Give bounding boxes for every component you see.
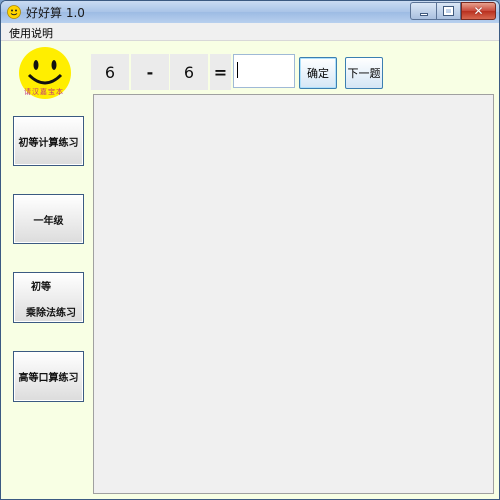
close-button[interactable]: ✕ — [461, 2, 496, 20]
advanced-mental-math-button[interactable]: 高等口算练习 — [13, 351, 84, 402]
grade-one-button[interactable]: 一年级 — [13, 194, 84, 244]
answer-input[interactable] — [233, 54, 295, 88]
elementary-practice-label: 初等计算练习 — [18, 137, 79, 149]
multiply-divide-label-line1: 初等 — [31, 282, 51, 293]
confirm-label: 确定 — [307, 67, 329, 80]
multiply-divide-label-line2: 乘除法练习 — [26, 308, 76, 319]
next-question-label: 下一题 — [347, 67, 381, 80]
smiley-app-icon — [7, 5, 21, 19]
title-bar[interactable]: 好好算 1.0 ✕ — [1, 1, 499, 23]
operand-1: 6 — [91, 54, 129, 90]
grade-one-label: 一年级 — [33, 215, 64, 227]
advanced-mental-math-label: 高等口算练习 — [18, 373, 79, 384]
window-title: 好好算 1.0 — [26, 6, 85, 20]
operator: - — [131, 54, 169, 90]
logo-caption: 请汉嘉宝本 — [24, 88, 64, 96]
minimize-icon — [419, 12, 428, 16]
maximize-icon — [443, 6, 454, 16]
text-caret — [237, 62, 238, 78]
close-icon: ✕ — [473, 4, 484, 18]
confirm-button[interactable]: 确定 — [299, 57, 337, 89]
minimize-button[interactable] — [410, 2, 436, 20]
menu-item-help[interactable]: 使用说明 — [9, 25, 53, 41]
next-question-button[interactable]: 下一题 — [345, 57, 383, 89]
multiply-divide-practice-button[interactable]: 初等 乘除法练习 — [13, 272, 84, 323]
maximize-button[interactable] — [436, 2, 461, 20]
operand-2: 6 — [170, 54, 208, 90]
equals-sign: = — [210, 54, 231, 90]
app-window: 好好算 1.0 ✕ 使用说明 请汉嘉宝本 初等计算练习 一年级 初等 乘除法练习… — [0, 0, 500, 500]
elementary-practice-button[interactable]: 初等计算练习 — [13, 116, 84, 166]
work-area-panel — [93, 94, 494, 494]
menu-bar: 使用说明 — [1, 23, 499, 41]
